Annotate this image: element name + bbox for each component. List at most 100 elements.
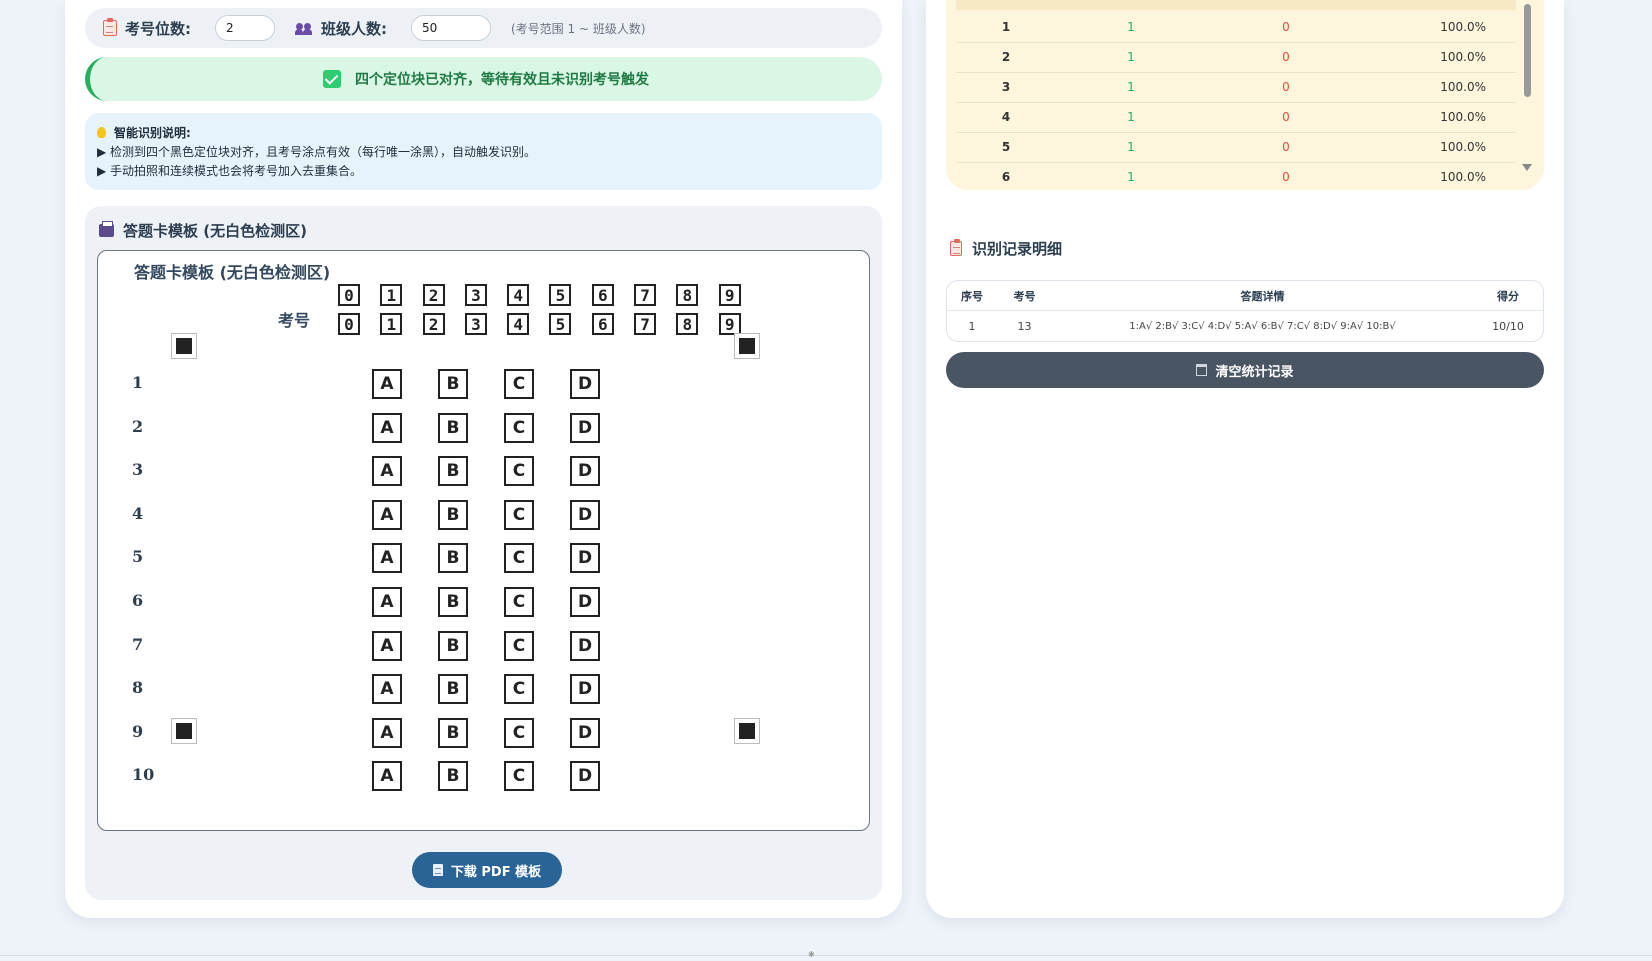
resize-handle-icon[interactable]: ✱ [808, 950, 816, 959]
id-digits-input[interactable] [215, 15, 275, 41]
clear-stats-button[interactable]: 清空统计记录 [946, 352, 1544, 388]
id-digit-bubble: 3 [464, 284, 487, 306]
option-bubble: B [438, 587, 468, 617]
option-bubble: A [372, 456, 402, 487]
option-bubble: B [438, 456, 468, 487]
clear-stats-label: 清空统计记录 [1215, 364, 1294, 380]
option-bubble: A [372, 543, 402, 574]
option-bubble: B [438, 543, 468, 574]
option-bubble: D [570, 630, 600, 661]
settings-bar: 考号位数: 班级人数: (考号范围 1 ~ 班级人数) [85, 8, 882, 48]
question-row: 3 A B C D [132, 456, 612, 487]
option-bubble: D [570, 674, 600, 705]
id-digit-bubble: 2 [422, 313, 445, 335]
id-digit-bubble: 1 [380, 313, 403, 335]
stats-cell-q: 4 [956, 102, 1056, 133]
stats-cell-rate: 100.0% [1366, 162, 1516, 190]
id-digit-bubble: 4 [507, 313, 530, 335]
template-section: 答题卡模板 (无白色检测区) 答题卡模板 (无白色检测区) 考号 0123456… [85, 206, 882, 900]
status-message: 四个定位块已对齐，等待有效且未识别考号触发 [355, 72, 649, 88]
record-row: 1 13 1:A√ 2:B√ 3:C√ 4:D√ 5:A√ 6:B√ 7:C√ 8:… [947, 311, 1543, 341]
record-cell-seq: 1 [968, 319, 976, 333]
stats-row: 3 1 0 100.0% [956, 72, 1516, 103]
id-digit-bubble: 5 [549, 284, 572, 306]
scrollbar-thumb[interactable] [1524, 4, 1531, 97]
stats-cell-wrong: 0 [1206, 42, 1366, 73]
option-bubble: C [504, 587, 534, 617]
question-number: 7 [132, 634, 144, 654]
option-bubble: C [504, 543, 534, 574]
stats-cell-q: 2 [956, 42, 1056, 73]
question-number: 4 [132, 503, 144, 523]
option-bubble: D [570, 543, 600, 574]
question-number: 9 [132, 721, 144, 741]
records-table: 序号 考号 答题详情 得分 1 13 1:A√ 2:B√ 3:C√ 4:D√ 5:A… [946, 280, 1544, 342]
clipboard-icon [103, 18, 117, 36]
id-digit-bubble: 0 [338, 284, 360, 306]
question-row: 4 A B C D [132, 499, 612, 530]
option-bubble: D [570, 761, 600, 792]
question-number: 1 [132, 373, 144, 392]
option-bubble: B [438, 630, 468, 661]
student-id-label: 考号 [278, 311, 311, 330]
id-digit-row-2: 0123456789 [338, 313, 761, 335]
question-row: 6 A B C D [132, 587, 612, 617]
stats-cell-wrong: 0 [1206, 162, 1366, 190]
question-number: 5 [132, 547, 144, 567]
class-size-input[interactable] [411, 15, 491, 41]
records-title: 识别记录明细 [950, 238, 1062, 259]
option-bubble: A [372, 499, 402, 530]
clipboard-icon [950, 239, 962, 256]
question-number: 6 [132, 591, 144, 610]
stats-row: 6 1 0 100.0% [956, 162, 1516, 190]
option-bubble: B [438, 761, 468, 792]
option-bubble: C [504, 412, 534, 443]
stats-cell-wrong: 0 [1206, 72, 1366, 103]
info-line-1: ▶ 检测到四个黑色定位块对齐，且考号涂点有效（每行唯一涂黑），自动触发识别。 [97, 145, 537, 159]
option-bubble: A [372, 369, 402, 399]
id-digit-bubble: 6 [591, 284, 614, 306]
record-cell-score: 10/10 [1492, 319, 1524, 333]
stats-cell-correct: 1 [1056, 162, 1206, 190]
left-panel: 考号位数: 班级人数: (考号范围 1 ~ 班级人数) 四个定位块已对齐，等待有… [65, 0, 902, 918]
stats-cell-rate: 100.0% [1366, 72, 1516, 103]
option-bubble: D [570, 499, 600, 530]
col-id: 考号 [1013, 289, 1036, 303]
id-digit-bubble: 6 [591, 313, 614, 335]
option-bubble: D [570, 717, 600, 748]
option-bubble: B [438, 412, 468, 443]
stats-scrollbar[interactable] [1522, 2, 1532, 174]
option-bubble: B [438, 674, 468, 705]
scroll-down-arrow-icon[interactable] [1522, 164, 1532, 171]
question-stats-table: 1 1 0 100.0% 2 1 0 100.0% 3 1 0 100.0% 4 1 0 100.0% 5 1 0 1… [956, 12, 1516, 190]
option-bubble: B [438, 717, 468, 748]
question-row: 2 A B C D [132, 412, 612, 443]
stats-cell-q: 5 [956, 132, 1056, 163]
option-bubble: D [570, 456, 600, 487]
records-title-text: 识别记录明细 [972, 240, 1063, 258]
trash-icon [1196, 364, 1208, 376]
question-number: 8 [132, 678, 144, 698]
stats-cell-correct: 1 [1056, 102, 1206, 133]
download-pdf-button[interactable]: 下载 PDF 模板 [412, 852, 562, 888]
info-heading: 智能识别说明: [114, 126, 191, 140]
id-digit-bubble: 8 [676, 284, 699, 306]
info-line-2: ▶ 手动拍照和连续模式也会将考号加入去重集合。 [97, 164, 363, 178]
option-bubble: C [504, 674, 534, 705]
id-digit-bubble: 9 [718, 313, 741, 335]
positioning-marker-bottom-right [734, 718, 760, 744]
question-row: 8 A B C D [132, 674, 612, 705]
option-bubble: A [372, 412, 402, 443]
stats-row: 2 1 0 100.0% [956, 42, 1516, 73]
col-seq: 序号 [961, 289, 983, 303]
option-bubble: C [504, 369, 534, 399]
id-digit-bubble: 4 [507, 284, 530, 306]
stats-cell-wrong: 0 [1206, 12, 1366, 43]
lightbulb-icon [97, 127, 106, 138]
printer-icon [99, 221, 114, 237]
stats-row: 1 1 0 100.0% [956, 12, 1516, 43]
option-bubble: A [372, 630, 402, 661]
record-cell-id: 13 [1017, 319, 1032, 333]
stats-cell-wrong: 0 [1206, 132, 1366, 163]
col-detail: 答题详情 [1240, 289, 1285, 303]
